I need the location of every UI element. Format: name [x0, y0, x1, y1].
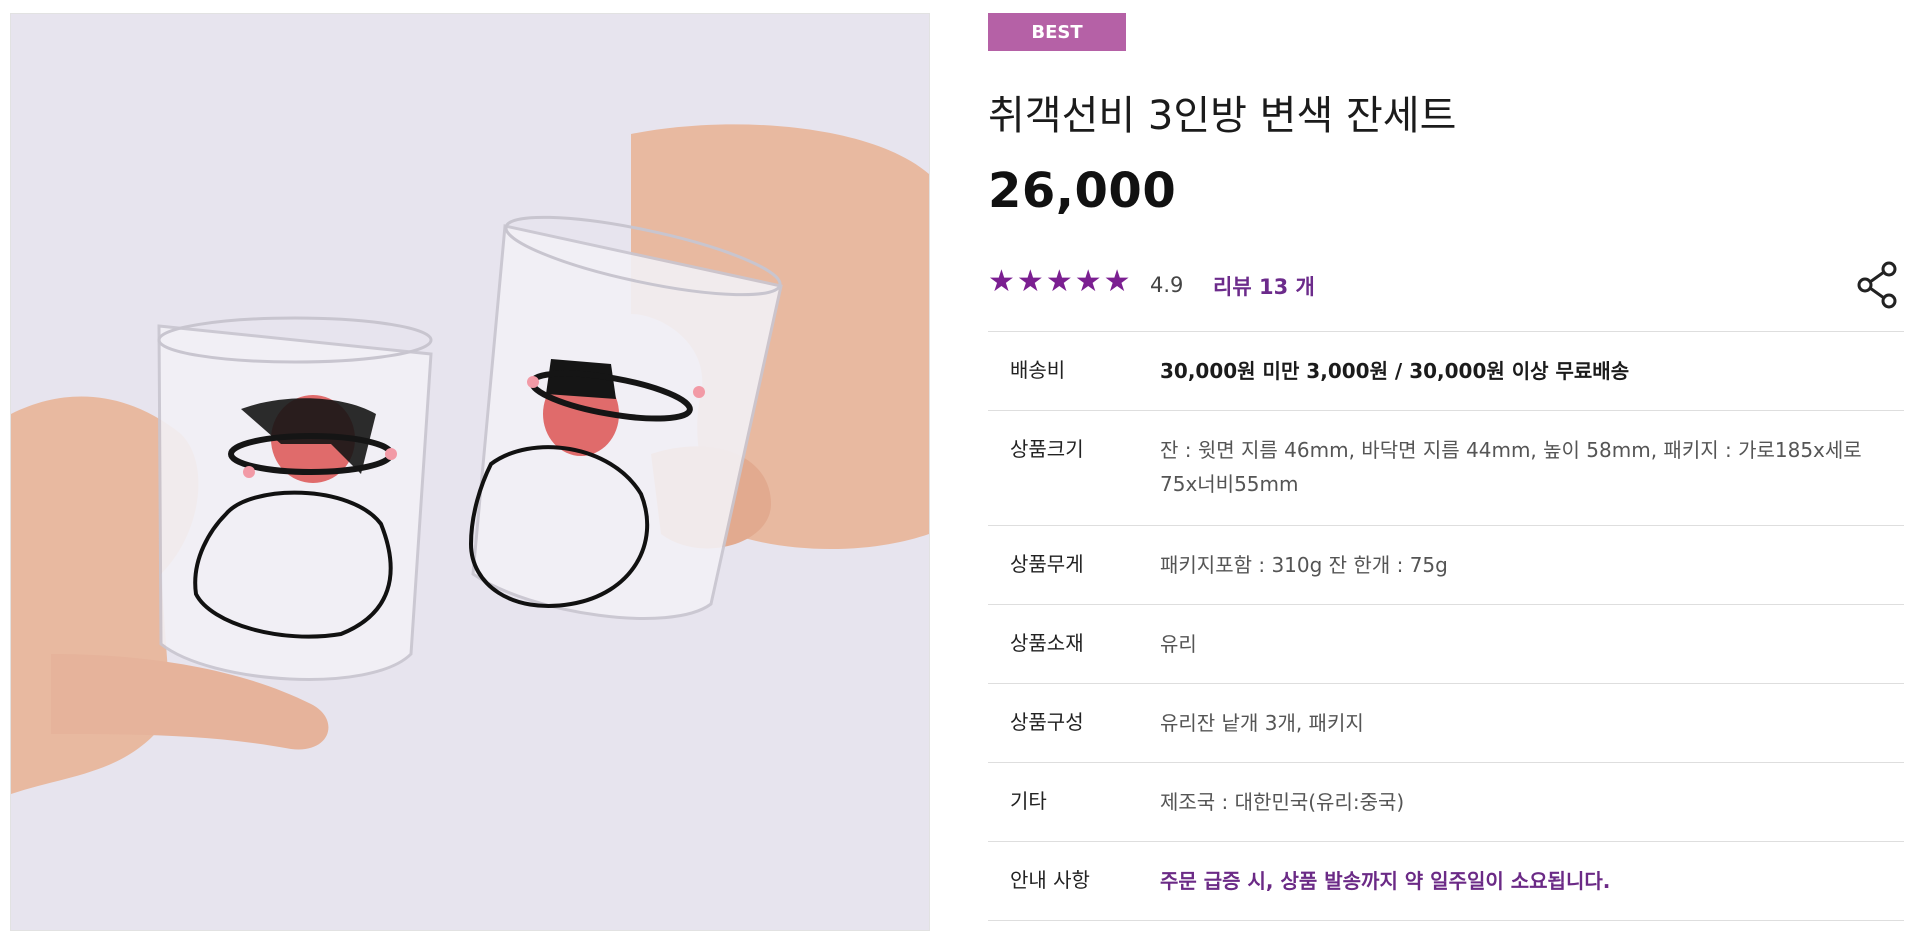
spec-value: 제조국 : 대한민국(유리:중국)	[1160, 790, 1405, 814]
spec-value: 패키지포함 : 310g 잔 한개 : 75g	[1160, 553, 1448, 577]
product-title: 취객선비 3인방 변색 잔세트	[988, 93, 1457, 139]
share-icon[interactable]	[1856, 261, 1900, 309]
star-icon: ★	[988, 264, 1015, 299]
spec-value: 유리잔 낱개 3개, 패키지	[1160, 711, 1364, 735]
spec-label: 상품크기	[1010, 437, 1084, 461]
spec-row: 상품소재 유리	[988, 604, 1904, 684]
spec-row: 상품크기 잔 : 윗면 지름 46mm, 바닥면 지름 44mm, 높이 58m…	[988, 410, 1904, 526]
star-icon: ★	[1103, 264, 1131, 299]
rating-score: 4.9	[1150, 273, 1184, 297]
review-count-link[interactable]: 리뷰 13 개	[1213, 271, 1315, 301]
spec-value: 유리	[1160, 632, 1197, 656]
product-image[interactable]	[10, 13, 930, 931]
spec-label: 상품무게	[1010, 552, 1084, 576]
product-photo-illustration	[11, 14, 929, 930]
product-price: 26,000	[988, 163, 1177, 219]
spec-value: 30,000원 미만 3,000원 / 30,000원 이상 무료배송	[1160, 359, 1630, 383]
spec-notice-value: 주문 급증 시, 상품 발송까지 약 일주일이 소요됩니다.	[1160, 869, 1611, 893]
spec-row: 안내 사항 주문 급증 시, 상품 발송까지 약 일주일이 소요됩니다.	[988, 841, 1904, 921]
spec-row: 상품구성 유리잔 낱개 3개, 패키지	[988, 683, 1904, 763]
best-badge: BEST	[988, 13, 1126, 51]
spec-label: 기타	[1010, 789, 1047, 813]
spec-row: 상품무게 패키지포함 : 310g 잔 한개 : 75g	[988, 525, 1904, 605]
rating-row: ★ ★ ★ ★ ★ 4.9 리뷰 13 개	[988, 261, 1904, 317]
star-icon: ★	[1045, 264, 1073, 299]
spec-label: 안내 사항	[1010, 868, 1090, 892]
spec-row: 배송비 30,000원 미만 3,000원 / 30,000원 이상 무료배송	[988, 331, 1904, 411]
spec-label: 상품소재	[1010, 631, 1084, 655]
product-spec-table: 배송비 30,000원 미만 3,000원 / 30,000원 이상 무료배송 …	[988, 331, 1904, 921]
star-rating: ★ ★ ★ ★ ★	[988, 267, 1131, 297]
spec-row: 기타 제조국 : 대한민국(유리:중국)	[988, 762, 1904, 842]
spec-label: 상품구성	[1010, 710, 1084, 734]
spec-label: 배송비	[1010, 358, 1066, 382]
star-icon: ★	[1074, 264, 1102, 299]
spec-value: 잔 : 윗면 지름 46mm, 바닥면 지름 44mm, 높이 58mm, 패키…	[1160, 438, 1862, 496]
star-icon: ★	[1016, 264, 1044, 299]
